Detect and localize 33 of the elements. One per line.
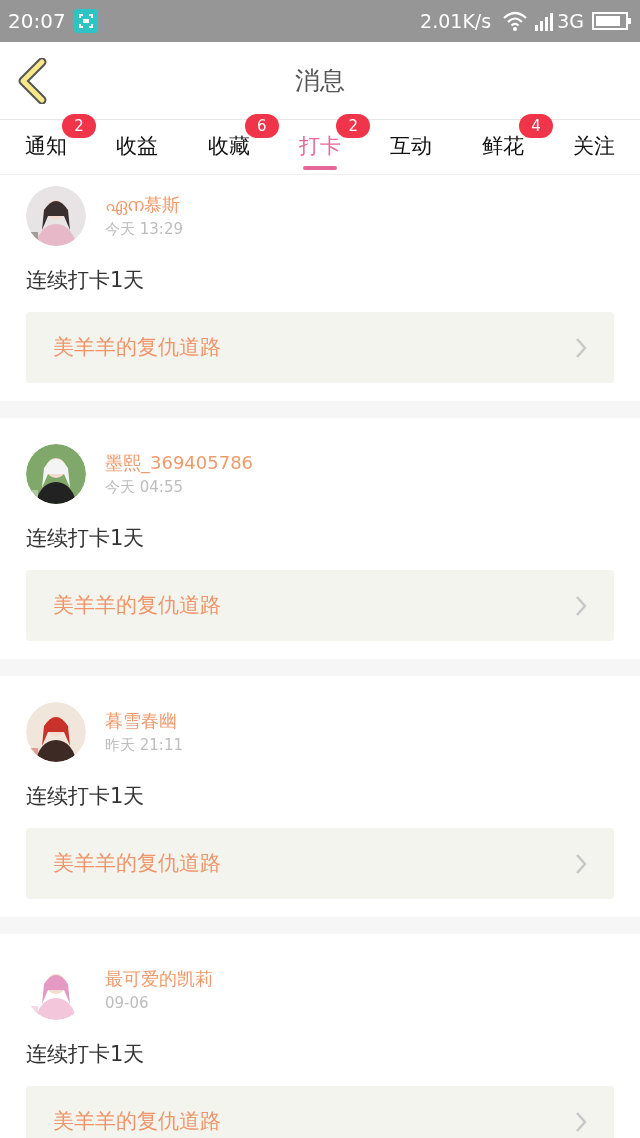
back-icon[interactable] bbox=[16, 57, 48, 104]
count-badge: 2 bbox=[336, 114, 371, 138]
timestamp: 09-06 bbox=[105, 993, 150, 1014]
clock: 20:07 bbox=[8, 8, 66, 35]
count-badge: 6 bbox=[244, 114, 279, 138]
message-text: 连续打卡1天 bbox=[26, 267, 146, 294]
screenshot-icon bbox=[73, 9, 98, 33]
story-link[interactable]: 美羊羊的复仇道路 bbox=[26, 828, 614, 899]
username[interactable]: 暮雪春幽 bbox=[105, 708, 183, 734]
count-badge: 4 bbox=[519, 114, 554, 138]
story-link[interactable]: 美羊羊的复仇道路 bbox=[26, 312, 614, 383]
message-text: 连续打卡1天 bbox=[26, 1041, 146, 1068]
chevron-icon bbox=[575, 1110, 587, 1133]
count-badge: 2 bbox=[62, 114, 96, 138]
network-type: 3G bbox=[557, 8, 584, 34]
chevron-icon bbox=[575, 852, 587, 875]
timestamp: 今天 04:55 bbox=[105, 477, 184, 498]
story-link[interactable]: 美羊羊的复仇道路 bbox=[26, 1086, 614, 1138]
tab-underline bbox=[302, 166, 337, 170]
wifi-icon bbox=[503, 11, 528, 31]
timestamp: 今天 13:29 bbox=[105, 219, 183, 240]
timestamp: 昨天 21:11 bbox=[105, 735, 183, 756]
message-text: 连续打卡1天 bbox=[26, 525, 146, 552]
chevron-icon bbox=[575, 594, 587, 617]
chevron-icon bbox=[575, 336, 587, 359]
username[interactable]: 墨熙_369405786 bbox=[105, 450, 254, 476]
battery-icon bbox=[592, 12, 632, 30]
username[interactable]: ഏന慕斯 bbox=[105, 192, 183, 218]
network-speed: 2.01K/s bbox=[420, 8, 492, 34]
username[interactable]: 最可爱的凯莉 bbox=[105, 966, 213, 992]
story-link[interactable]: 美羊羊的复仇道路 bbox=[26, 570, 614, 641]
message-text: 连续打卡1天 bbox=[26, 783, 146, 810]
page-title: 消息 bbox=[295, 64, 345, 97]
